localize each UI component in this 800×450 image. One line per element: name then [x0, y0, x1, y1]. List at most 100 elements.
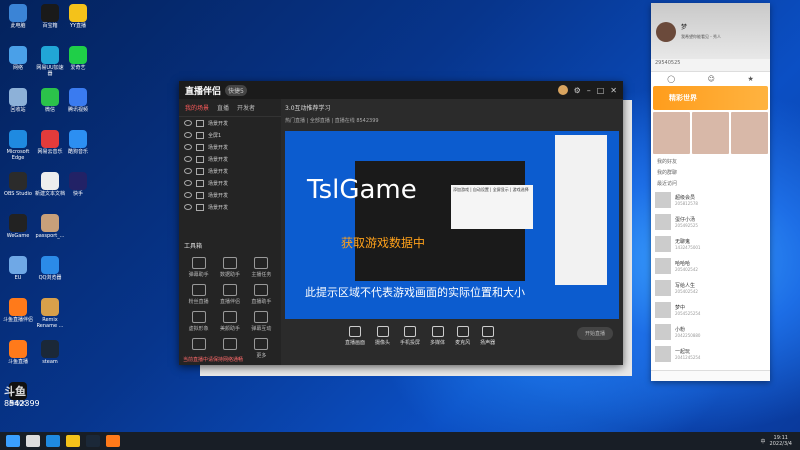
minimize-icon[interactable]: –: [587, 86, 591, 95]
friends-section[interactable]: 我的好友: [651, 156, 770, 167]
source-button[interactable]: 扬声器: [480, 326, 495, 346]
tool-button[interactable]: 直播助手: [246, 284, 277, 305]
source-button[interactable]: 直播画面: [345, 326, 365, 346]
tool-button[interactable]: 主播任务: [246, 257, 277, 278]
yy-icon[interactable]: [66, 435, 80, 447]
contact-row[interactable]: 梦中 2054525254: [651, 299, 770, 321]
context-menu[interactable]: 添加游戏 | 自动设置 | 全屏显示 | 游戏选择: [451, 185, 533, 229]
space-icon[interactable]: ★: [747, 75, 753, 83]
source-icon: [431, 326, 444, 337]
steam-icon[interactable]: [86, 435, 100, 447]
scene-row[interactable]: 场景开发: [179, 141, 281, 153]
qq-panel[interactable]: 梦 我希望你能看见 - 秀人 29540525 ◯ ☺ ★ 精彩世界 我的好友 …: [651, 3, 770, 381]
start-icon[interactable]: [6, 435, 20, 447]
desktop-icon[interactable]: 回收站: [2, 88, 34, 113]
contact-row[interactable]: 蛋仔小汤 205492525: [651, 211, 770, 233]
app-icon: [9, 46, 27, 64]
chat-icon[interactable]: ◯: [667, 75, 675, 83]
desktop-icon[interactable]: 斗鱼直播伴侣: [2, 298, 34, 323]
app-icon: [9, 172, 27, 190]
tool-button[interactable]: 弹幕互动: [246, 311, 277, 332]
desktop-icon[interactable]: 此电脑: [2, 4, 34, 29]
panel-tab[interactable]: 开发者: [237, 103, 255, 112]
desktop-icon[interactable]: WeGame: [2, 214, 34, 239]
stream-app-window[interactable]: 直播伴侣 快捷5 ⚙ – □ ✕ 我的场景 直播 开发者 场景开发 全屏1 场景开发 场景…: [179, 81, 623, 365]
desktop-icon[interactable]: Microsoft Edge: [2, 130, 34, 161]
scene-row[interactable]: 场景开发: [179, 189, 281, 201]
eye-icon[interactable]: [184, 144, 192, 150]
tool-button[interactable]: 弹幕助手: [183, 257, 214, 278]
scene-row[interactable]: 场景开发: [179, 201, 281, 213]
scene-row[interactable]: 场景开发: [179, 153, 281, 165]
tool-button[interactable]: 直播伴侣: [214, 284, 245, 305]
user-avatar[interactable]: [557, 85, 568, 95]
eye-icon[interactable]: [184, 132, 192, 138]
groups-section[interactable]: 我的群聊: [651, 167, 770, 178]
desktop-icon[interactable]: 斗鱼直播: [2, 340, 34, 365]
close-icon[interactable]: ✕: [610, 86, 617, 95]
scene-row[interactable]: 场景开发: [179, 165, 281, 177]
recent-section[interactable]: 最近访问: [651, 178, 770, 189]
search-icon[interactable]: [26, 435, 40, 447]
maximize-icon[interactable]: □: [597, 86, 605, 95]
panel-tab[interactable]: 我的场景: [185, 103, 209, 112]
source-button[interactable]: 麦克风: [455, 326, 470, 346]
desktop-icon[interactable]: QQ浏览器: [34, 256, 66, 281]
ime-indicator[interactable]: 中: [761, 438, 766, 445]
contact-row[interactable]: 哈哈哈 205402542: [651, 255, 770, 277]
qq-avatar[interactable]: [656, 22, 676, 42]
eye-icon[interactable]: [184, 204, 192, 210]
preview-stage[interactable]: TslGame 添加游戏 | 自动设置 | 全屏显示 | 游戏选择 获取游戏数据…: [285, 131, 619, 319]
photo[interactable]: [731, 112, 768, 154]
desktop-icon[interactable]: 爱奇艺: [62, 46, 94, 71]
source-icon: [196, 119, 204, 127]
qq-search-input[interactable]: 29540525: [651, 59, 770, 72]
contacts-icon[interactable]: ☺: [708, 75, 715, 83]
tool-button[interactable]: 美颜助手: [214, 311, 245, 332]
desktop-icon[interactable]: passport_...: [34, 214, 66, 239]
desktop-icon[interactable]: Remix Rename ...: [34, 298, 66, 329]
contact-row[interactable]: 一起玩 2041245254: [651, 343, 770, 365]
eye-icon[interactable]: [184, 156, 192, 162]
desktop-icon[interactable]: EU: [2, 256, 34, 281]
contact-row[interactable]: 超级会员 205812578: [651, 189, 770, 211]
edge-icon[interactable]: [46, 435, 60, 447]
desktop-icon[interactable]: 快手: [62, 172, 94, 197]
desktop-icon[interactable]: OBS Studio: [2, 172, 34, 197]
scene-row[interactable]: 场景开发: [179, 117, 281, 129]
tool-button[interactable]: 更多: [246, 338, 277, 359]
eye-icon[interactable]: [184, 192, 192, 198]
qq-signature[interactable]: 我希望你能看见 - 秀人: [681, 34, 721, 40]
desktop-icon[interactable]: steam: [34, 340, 66, 365]
qq-banner[interactable]: 精彩世界: [653, 86, 768, 110]
contact-row[interactable]: 小粉 2042250880: [651, 321, 770, 343]
eye-icon[interactable]: [184, 168, 192, 174]
tool-button[interactable]: 虚拟形象: [183, 311, 214, 332]
clock[interactable]: 19:11 2022/3/4: [770, 435, 792, 447]
desktop-icon-label: EU: [14, 275, 22, 281]
desktop-icon[interactable]: 网络: [2, 46, 34, 71]
scene-row[interactable]: 场景开发: [179, 177, 281, 189]
desktop-icon[interactable]: 酷狗音乐: [62, 130, 94, 155]
eye-icon[interactable]: [184, 180, 192, 186]
contact-name: 一起玩: [675, 349, 691, 355]
photo[interactable]: [692, 112, 729, 154]
start-live-button[interactable]: 开始直播: [576, 327, 613, 340]
desktop-icon[interactable]: YY直播: [62, 4, 94, 29]
contact-row[interactable]: 无聊鬼 1432475001: [651, 233, 770, 255]
source-button[interactable]: 手机投屏: [400, 326, 420, 346]
scene-row[interactable]: 全屏1: [179, 129, 281, 141]
tool-button[interactable]: 数据助手: [214, 257, 245, 278]
source-icon: [196, 167, 204, 175]
contact-row[interactable]: 写给人生 205402542: [651, 277, 770, 299]
photo[interactable]: [653, 112, 690, 154]
source-button[interactable]: 摄像头: [375, 326, 390, 346]
panel-tab[interactable]: 直播: [217, 103, 229, 112]
source-button[interactable]: 多媒体: [430, 326, 445, 346]
stream-app-titlebar[interactable]: 直播伴侣 快捷5 ⚙ – □ ✕: [179, 81, 623, 99]
settings-icon[interactable]: ⚙: [574, 86, 581, 95]
desktop-icon[interactable]: 腾讯视频: [62, 88, 94, 113]
eye-icon[interactable]: [184, 120, 192, 126]
tool-button[interactable]: 粉丝直播: [183, 284, 214, 305]
douyu-icon[interactable]: [106, 435, 120, 447]
